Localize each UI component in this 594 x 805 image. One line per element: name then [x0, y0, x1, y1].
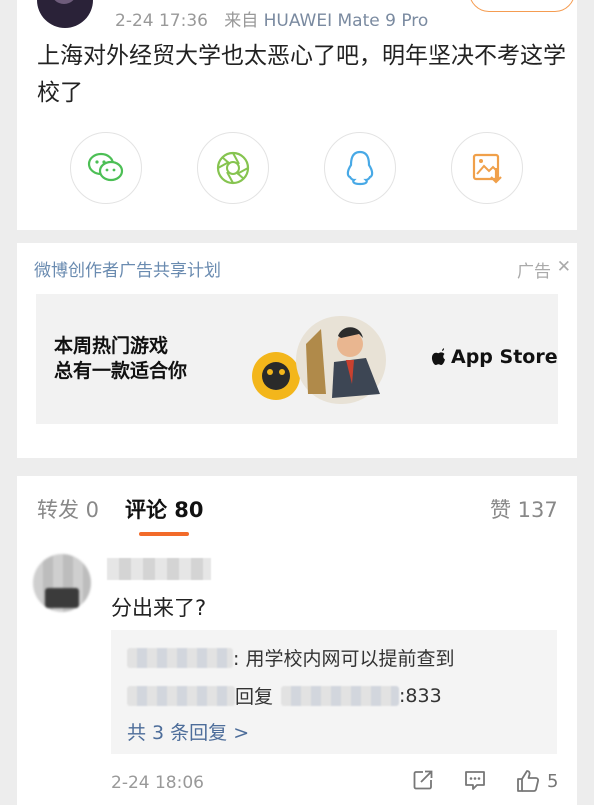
reply-2-mid: 回复	[235, 686, 274, 708]
post-source-prefix: 来自	[224, 11, 259, 31]
moments-icon	[216, 151, 250, 185]
post-device[interactable]: HUAWEI Mate 9 Pro	[264, 11, 429, 31]
ad-card: 微博创作者广告共享计划 广告 ✕ 本周热门游戏 总有一款适合你 App Stor…	[17, 243, 577, 458]
comment-like-count: 5	[547, 770, 559, 792]
comment-item: 分出来了? : 用学校内网可以提前查到 回复 :833 共 3 条回复 > 2-…	[17, 540, 577, 805]
game-artwork-icon	[252, 316, 386, 404]
reply-line-1: : 用学校内网可以提前查到	[127, 644, 454, 671]
save-image-icon	[472, 153, 502, 184]
follow-button[interactable]	[469, 0, 575, 12]
tab-like[interactable]: 赞 137	[490, 494, 558, 524]
share-wechat-button[interactable]	[70, 132, 142, 204]
post-time: 2-24 17:36	[115, 11, 208, 31]
commenter-avatar[interactable]	[33, 554, 91, 612]
interaction-tabs: 转发 0 评论 80 赞 137	[17, 476, 577, 541]
share-qq-button[interactable]	[324, 132, 396, 204]
reply-1-text: : 用学校内网可以提前查到	[233, 648, 455, 670]
share-moments-button[interactable]	[197, 132, 269, 204]
reply-line-2: 回复 :833	[127, 682, 442, 709]
share-row	[70, 132, 530, 204]
app-store-label: App Store	[451, 346, 558, 368]
more-replies-link[interactable]: 共 3 条回复 >	[127, 718, 249, 745]
post-card: 2-24 17:36 来自 HUAWEI Mate 9 Pro 上海对外经贸大学…	[17, 0, 577, 230]
reply-target-blurred[interactable]	[281, 685, 400, 706]
comment-text: 分出来了?	[111, 596, 207, 620]
ad-slogan-line2: 总有一款适合你	[54, 360, 188, 382]
ad-slogan: 本周热门游戏 总有一款适合你	[54, 334, 187, 384]
post-meta: 2-24 17:36 来自 HUAWEI Mate 9 Pro	[115, 6, 428, 31]
comment-icon	[465, 771, 485, 790]
like-comment-button[interactable]: 5	[515, 768, 558, 794]
author-avatar[interactable]	[37, 0, 93, 28]
repost-comment-button[interactable]	[411, 768, 435, 792]
ad-close-icon[interactable]: ✕	[557, 257, 571, 277]
comment-time: 2-24 18:06	[111, 773, 204, 793]
ad-slogan-line1: 本周热门游戏	[54, 335, 169, 357]
reply-comment-button[interactable]	[463, 768, 487, 792]
tab-comment[interactable]: 评论 80	[125, 494, 204, 524]
tab-repost[interactable]: 转发 0	[37, 494, 99, 524]
reply-thread[interactable]: : 用学校内网可以提前查到 回复 :833 共 3 条回复 >	[111, 630, 557, 754]
ad-title[interactable]: 微博创作者广告共享计划	[34, 256, 221, 281]
wechat-icon	[87, 152, 124, 182]
app-store-badge: App Store	[431, 346, 558, 368]
repost-icon	[413, 770, 433, 790]
weibo-post-detail: 2-24 17:36 来自 HUAWEI Mate 9 Pro 上海对外经贸大学…	[0, 0, 594, 805]
ad-banner[interactable]: 本周热门游戏 总有一款适合你 App Store	[36, 294, 558, 424]
commenter-name-blurred[interactable]	[107, 558, 211, 580]
reply-user-blurred[interactable]	[127, 685, 235, 706]
post-text: 上海对外经贸大学也太恶心了吧，明年坚决不考这学校了	[37, 43, 566, 106]
apple-icon	[431, 348, 445, 365]
reply-user-blurred[interactable]	[127, 647, 233, 668]
reply-2-end: :833	[399, 684, 442, 707]
thumbs-up-icon	[517, 770, 540, 792]
save-image-button[interactable]	[451, 132, 523, 204]
qq-icon	[346, 150, 374, 186]
ad-label: 广告	[517, 262, 551, 282]
tab-active-indicator	[139, 532, 189, 536]
